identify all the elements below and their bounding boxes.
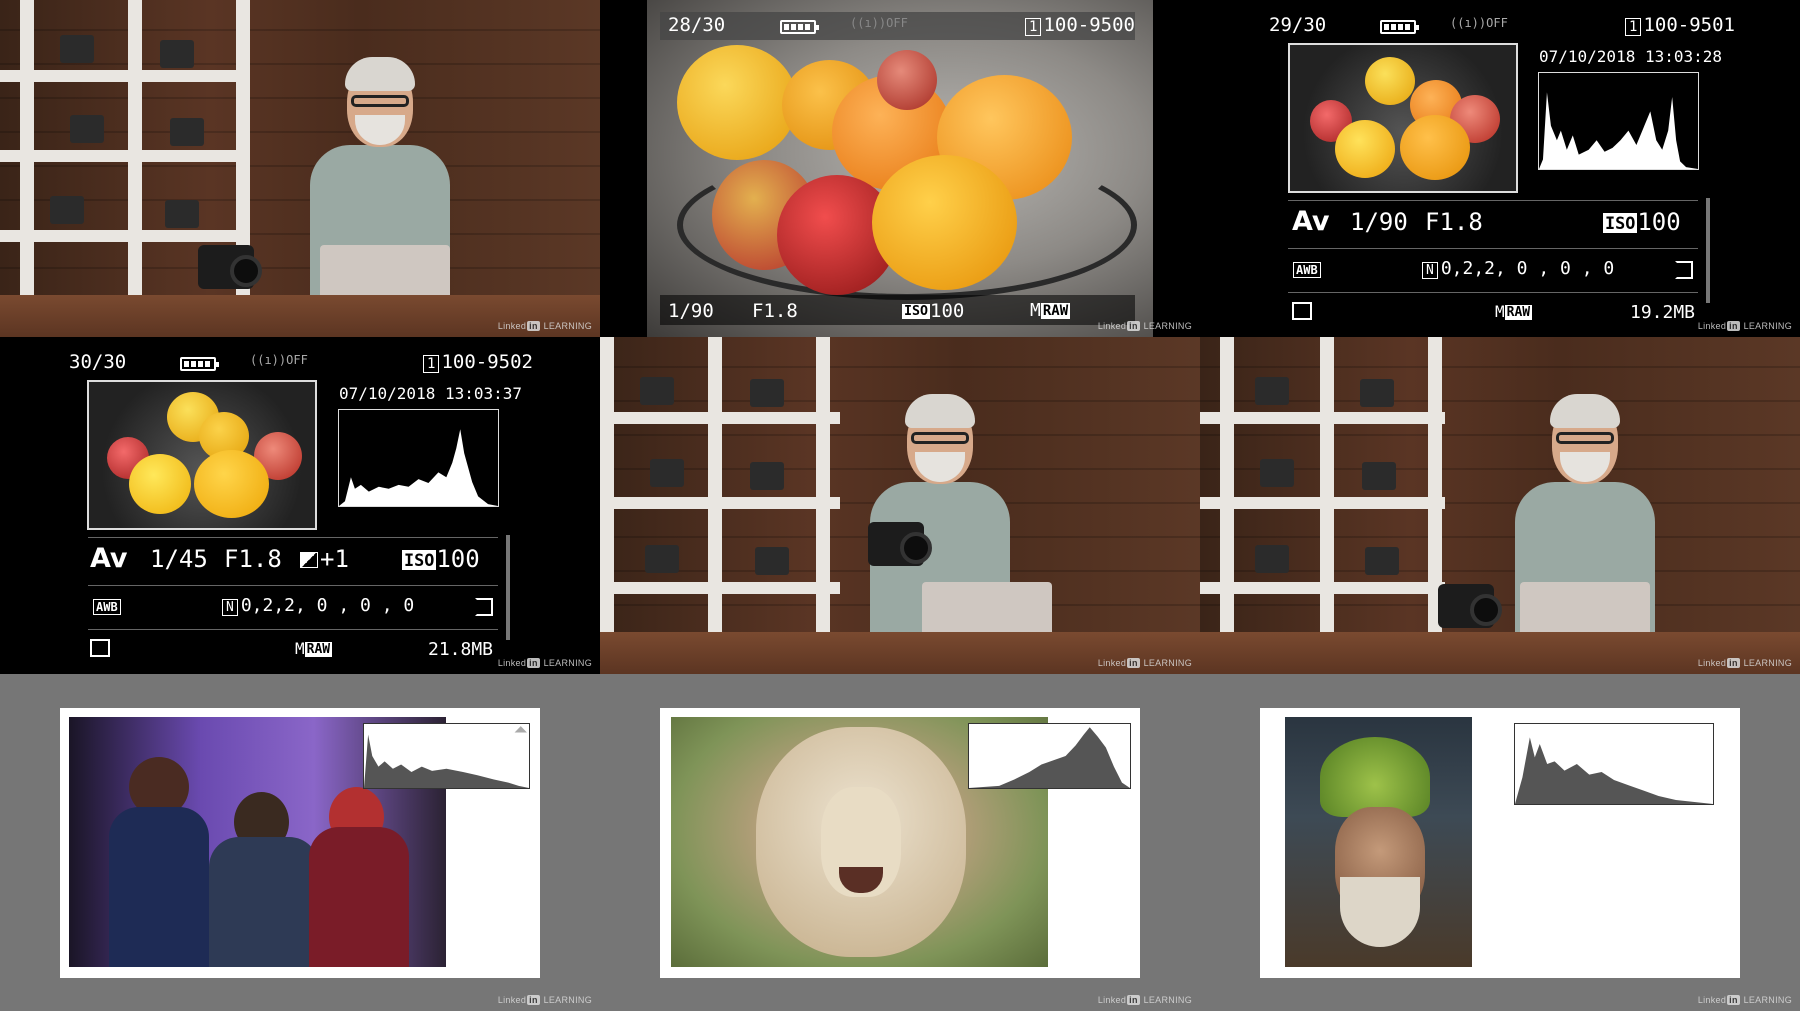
image-quality: M RAW — [295, 639, 333, 658]
slide-card — [60, 708, 540, 978]
laptop — [320, 245, 450, 295]
camera-in-hands — [868, 522, 932, 566]
lcd-playback-info-30: 30/30 ((ı))OFF 1 100-9502 07/10/2018 13:0… — [0, 337, 600, 674]
picture-style-icon: N — [222, 599, 238, 616]
capture-datetime: 07/10/2018 13:03:28 — [1539, 47, 1723, 66]
photo-histogram — [1514, 723, 1714, 805]
lcd-playback-fullscreen: 28/30 ((ı))OFF 1 100-9500 1/90 F1.8 ISO 10… — [600, 0, 1200, 337]
slide-card — [1260, 708, 1740, 978]
folder-icon: 1 — [1625, 18, 1642, 36]
battery-icon — [180, 353, 219, 372]
linkedin-learning-watermark: Linked in LEARNING — [1097, 321, 1192, 331]
brightness-histogram — [1538, 72, 1699, 170]
folder-icon: 1 — [1025, 18, 1042, 36]
studio-frame-presenter-gesturing: Linked in LEARNING — [1200, 337, 1800, 674]
shutter-speed: 1/90 — [668, 300, 714, 322]
file-size: 21.8MB — [428, 639, 494, 660]
iso: ISO100 — [902, 300, 965, 322]
studio-frame-presenter-holding-camera: Linked in LEARNING — [600, 337, 1200, 674]
shooting-mode: Av — [1292, 206, 1330, 237]
brightness-histogram — [338, 409, 499, 507]
file-number: 1 100-9502 — [423, 351, 533, 373]
video-montage: Linked in LEARNING 28/30 ((ı))OFF 1 100-95… — [0, 0, 1800, 1011]
linkedin-learning-watermark: Linked in LEARNING — [1097, 995, 1192, 1005]
iso: ISO100 — [402, 545, 480, 573]
shooting-mode: Av — [90, 543, 128, 574]
photo-histogram — [968, 723, 1131, 789]
linkedin-learning-watermark: Linked in LEARNING — [1097, 658, 1192, 668]
picture-style: N 0,2,2, 0 , 0 , 0 — [1422, 258, 1614, 279]
linkedin-learning-watermark: Linked in LEARNING — [497, 658, 592, 668]
af-frame-icon — [475, 598, 493, 616]
image-quality: M RAW — [1030, 300, 1071, 321]
picture-style-icon: N — [1422, 262, 1438, 279]
folder-icon: 1 — [423, 355, 440, 373]
white-balance: AWB — [1293, 262, 1321, 278]
camera-on-desk — [198, 245, 262, 289]
exposure-comp-icon — [300, 552, 318, 568]
scroll-indicator — [1706, 198, 1710, 303]
image-thumbnail — [1288, 43, 1518, 193]
fruit-bowl-photo — [647, 0, 1153, 337]
aperture: F1.8 — [1425, 208, 1483, 236]
shutter-speed: 1/45 — [150, 545, 208, 573]
file-size: 19.2MB — [1630, 302, 1696, 323]
orange — [677, 45, 797, 160]
linkedin-learning-watermark: Linked in LEARNING — [1697, 658, 1792, 668]
linkedin-learning-watermark: Linked in LEARNING — [1697, 321, 1792, 331]
camera-shelf — [1200, 337, 1445, 635]
image-thumbnail — [87, 380, 317, 530]
camera-shelf — [600, 337, 840, 635]
laptop — [922, 582, 1052, 632]
wifi-off-icon: ((ı))OFF — [850, 16, 908, 30]
histogram-slide-sculpture: Linked in LEARNING — [1200, 674, 1800, 1011]
file-number: 1 100-9500 — [1025, 14, 1135, 36]
aperture: F1.8 — [752, 300, 798, 322]
photo-histogram — [363, 723, 530, 789]
white-balance: AWB — [93, 599, 121, 615]
picture-style: N 0,2,2, 0 , 0 , 0 — [222, 595, 414, 616]
wifi-off-icon: ((ı))OFF — [250, 353, 308, 367]
orange — [872, 155, 1017, 290]
capture-datetime: 07/10/2018 13:03:37 — [339, 384, 523, 403]
camera-on-desk — [1438, 584, 1502, 628]
exposure-compensation: +1 — [300, 545, 349, 573]
lcd-playback-info-29: 29/30 ((ı))OFF 1 100-9501 07/10/2018 13:0… — [1200, 0, 1800, 337]
battery-icon — [1380, 16, 1419, 35]
wifi-off-icon: ((ı))OFF — [1450, 16, 1508, 30]
iso: ISO100 — [1603, 208, 1681, 236]
linkedin-learning-watermark: Linked in LEARNING — [497, 995, 592, 1005]
metering-icon — [1292, 302, 1312, 320]
image-counter: 28/30 — [668, 14, 726, 36]
histogram-slide-women: Linked in LEARNING — [0, 674, 600, 1011]
battery-icon — [780, 16, 819, 35]
shutter-speed: 1/90 — [1350, 208, 1408, 236]
image-quality: M RAW — [1495, 302, 1533, 321]
slide-card — [660, 708, 1140, 978]
studio-frame-presenter-talking: Linked in LEARNING — [0, 0, 600, 337]
metering-icon — [90, 639, 110, 657]
aperture: F1.8 — [224, 545, 282, 573]
file-number: 1 100-9501 — [1625, 14, 1735, 36]
scroll-indicator — [506, 535, 510, 640]
photo-head-planter — [1285, 717, 1472, 967]
apple — [877, 50, 937, 110]
histogram-slide-lion: Linked in LEARNING — [600, 674, 1200, 1011]
image-counter: 29/30 — [1269, 14, 1327, 36]
linkedin-learning-watermark: Linked in LEARNING — [497, 321, 592, 331]
laptop — [1520, 582, 1650, 632]
af-frame-icon — [1675, 261, 1693, 279]
linkedin-learning-watermark: Linked in LEARNING — [1697, 995, 1792, 1005]
image-counter: 30/30 — [69, 351, 127, 373]
